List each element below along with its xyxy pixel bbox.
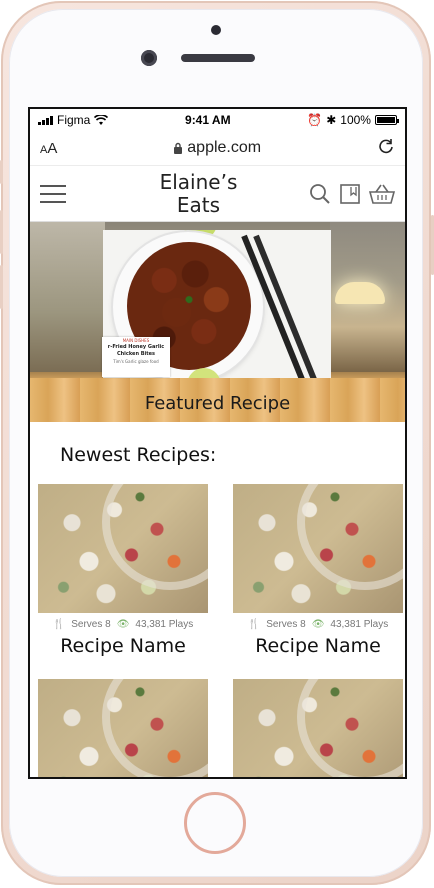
featured-recipe-card: MAIN DISHES r-Fried Honey Garlic Chicken… <box>102 337 170 377</box>
alarm-icon: ⏰ <box>307 113 323 127</box>
battery-icon <box>374 115 399 125</box>
recipe-grid: 🍴 Serves 8 👁 43,381 Plays Recipe Name 🍴 … <box>30 484 405 777</box>
fork-knife-icon: 🍴 <box>52 619 66 630</box>
bluetooth-icon: ✱ <box>326 113 337 127</box>
featured-recipe-label[interactable]: Featured Recipe <box>30 393 405 414</box>
eye-icon: 👁 <box>311 619 325 630</box>
eye-icon: 👁 <box>116 619 130 630</box>
address-field[interactable]: apple.com <box>173 139 261 157</box>
plays-label: 43,381 Plays <box>135 619 194 630</box>
recipe-card[interactable] <box>38 679 208 777</box>
recipe-name[interactable]: Recipe Name <box>38 635 208 657</box>
text-size-button[interactable]: AA <box>40 140 57 157</box>
hero-background-left <box>30 222 105 372</box>
screen: Figma 9:41 AM ⏰ ✱ 100% AA apple.com Elai… <box>28 107 407 779</box>
volume-up-button <box>0 210 3 254</box>
hamburger-icon[interactable] <box>40 184 66 203</box>
carrier-label: Figma <box>57 113 91 127</box>
reload-icon[interactable] <box>377 137 395 160</box>
home-button[interactable] <box>184 792 246 854</box>
recipe-meta: 🍴 Serves 8 👁 43,381 Plays <box>233 619 403 630</box>
recipe-image[interactable] <box>38 484 208 613</box>
recipe-meta: 🍴 Serves 8 👁 43,381 Plays <box>38 619 208 630</box>
featured-hero[interactable]: MAIN DISHES r-Fried Honey Garlic Chicken… <box>30 222 405 422</box>
front-sensor <box>211 25 221 35</box>
recipe-name[interactable]: Recipe Name <box>233 635 403 657</box>
site-title-line2: Eats <box>176 192 221 217</box>
serves-label: Serves 8 <box>71 619 111 630</box>
lamp-light <box>335 282 385 304</box>
site-navbar: Elaine’s Eats <box>30 166 405 222</box>
earpiece-speaker <box>181 54 255 62</box>
plays-label: 43,381 Plays <box>330 619 389 630</box>
nav-icons <box>309 183 395 205</box>
card-kicker: MAIN DISHES <box>122 338 150 343</box>
status-time: 9:41 AM <box>185 113 231 127</box>
recipe-image[interactable] <box>233 679 403 777</box>
serves-label: Serves 8 <box>266 619 306 630</box>
lock-icon <box>174 142 183 154</box>
card-title: r-Fried Honey Garlic Chicken Bites <box>107 344 165 357</box>
card-subtitle: Tim's Garlic glaze food <box>113 359 159 364</box>
site-title-line1: Elaine’s <box>159 169 238 194</box>
newest-recipes-title: Newest Recipes: <box>60 444 217 466</box>
search-icon[interactable] <box>309 183 331 205</box>
browser-url-bar: AA apple.com <box>30 131 405 166</box>
url-text: apple.com <box>187 139 262 156</box>
site-title[interactable]: Elaine’s Eats <box>159 169 238 217</box>
battery-percent: 100% <box>340 113 371 127</box>
recipe-card[interactable] <box>233 679 403 777</box>
status-left: Figma <box>38 113 109 127</box>
front-camera <box>141 50 157 66</box>
bookmark-icon[interactable] <box>339 183 361 205</box>
recipe-card[interactable]: 🍴 Serves 8 👁 43,381 Plays Recipe Name <box>38 484 208 657</box>
wifi-icon <box>94 114 109 125</box>
recipe-image[interactable] <box>233 484 403 613</box>
chopstick <box>253 234 319 378</box>
mute-switch <box>0 160 3 184</box>
status-bar: Figma 9:41 AM ⏰ ✱ 100% <box>30 109 405 131</box>
recipe-card[interactable]: 🍴 Serves 8 👁 43,381 Plays Recipe Name <box>233 484 403 657</box>
fork-knife-icon: 🍴 <box>247 619 261 630</box>
recipe-image[interactable] <box>38 679 208 777</box>
signal-icon <box>38 115 53 125</box>
volume-down-button <box>0 265 3 309</box>
status-right: ⏰ ✱ 100% <box>307 113 399 127</box>
basket-icon[interactable] <box>368 183 395 205</box>
